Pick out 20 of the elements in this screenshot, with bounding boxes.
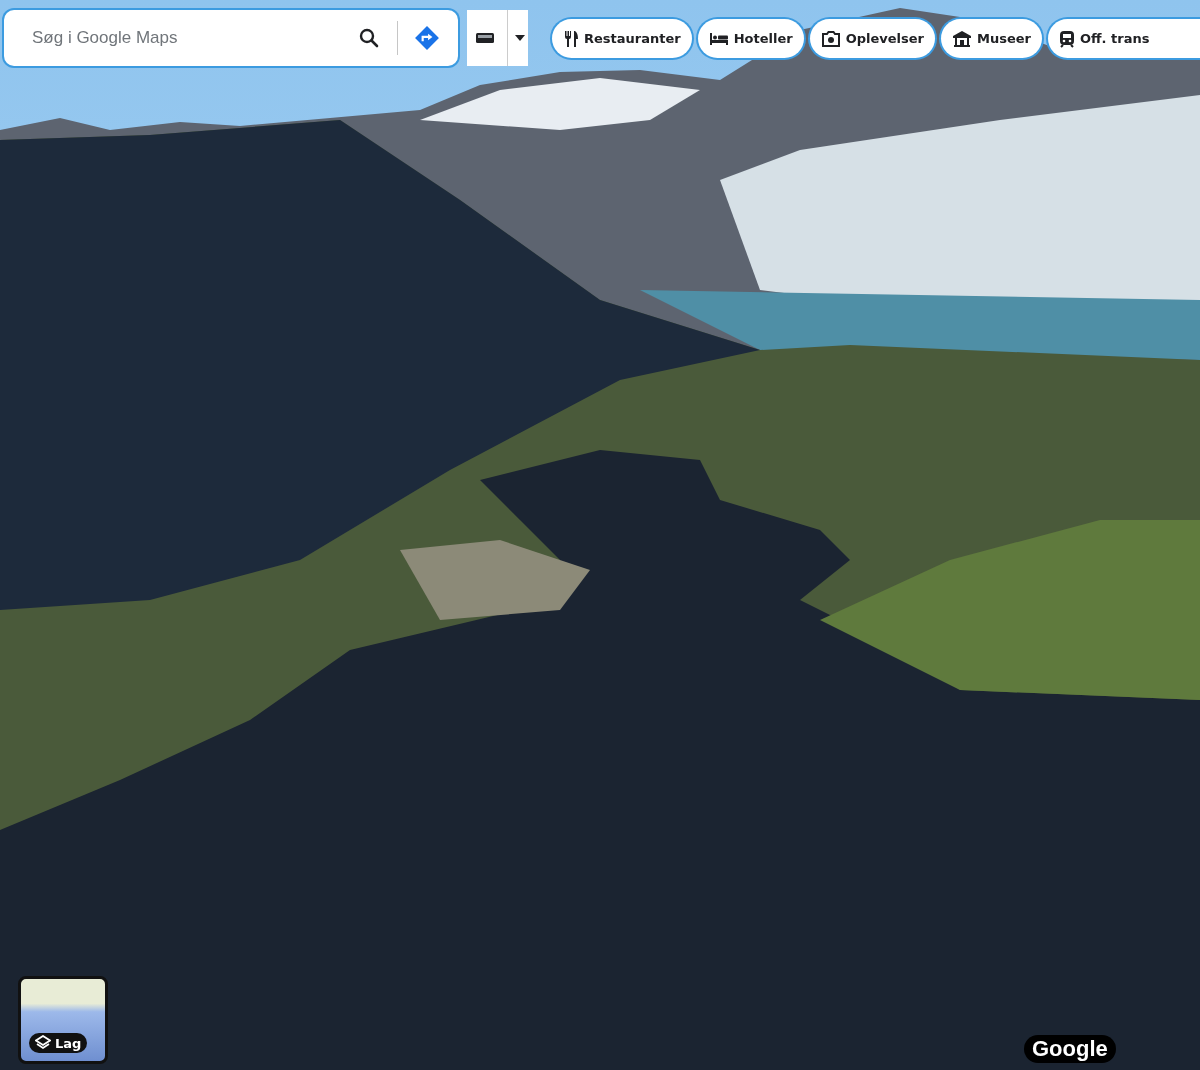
- search-icon[interactable]: [357, 26, 381, 50]
- category-chip[interactable]: Oplevelser: [809, 19, 935, 58]
- layers-label: Lag: [55, 1035, 82, 1051]
- category-chip[interactable]: Restauranter: [552, 19, 692, 58]
- fork-knife-icon: [563, 29, 579, 48]
- layers-icon: [35, 1035, 51, 1051]
- train-icon: [1059, 29, 1075, 48]
- camera-icon: [820, 30, 841, 47]
- google-logo: Google: [1024, 1035, 1116, 1063]
- search-field[interactable]: Søg i Google Maps: [30, 27, 341, 49]
- category-chip[interactable]: Hoteller: [697, 19, 804, 58]
- category-chip[interactable]: Museer: [941, 19, 1042, 58]
- transit-layer-button[interactable]: [467, 10, 528, 66]
- caret-icon: [515, 35, 525, 41]
- search-box[interactable]: Søg i Google Maps: [4, 10, 458, 66]
- layers-button[interactable]: Lag: [18, 976, 108, 1064]
- bed-icon: [708, 31, 729, 46]
- museum-icon: [952, 29, 972, 48]
- directions-icon[interactable]: [414, 25, 440, 51]
- category-chip[interactable]: Off. trans: [1048, 19, 1200, 58]
